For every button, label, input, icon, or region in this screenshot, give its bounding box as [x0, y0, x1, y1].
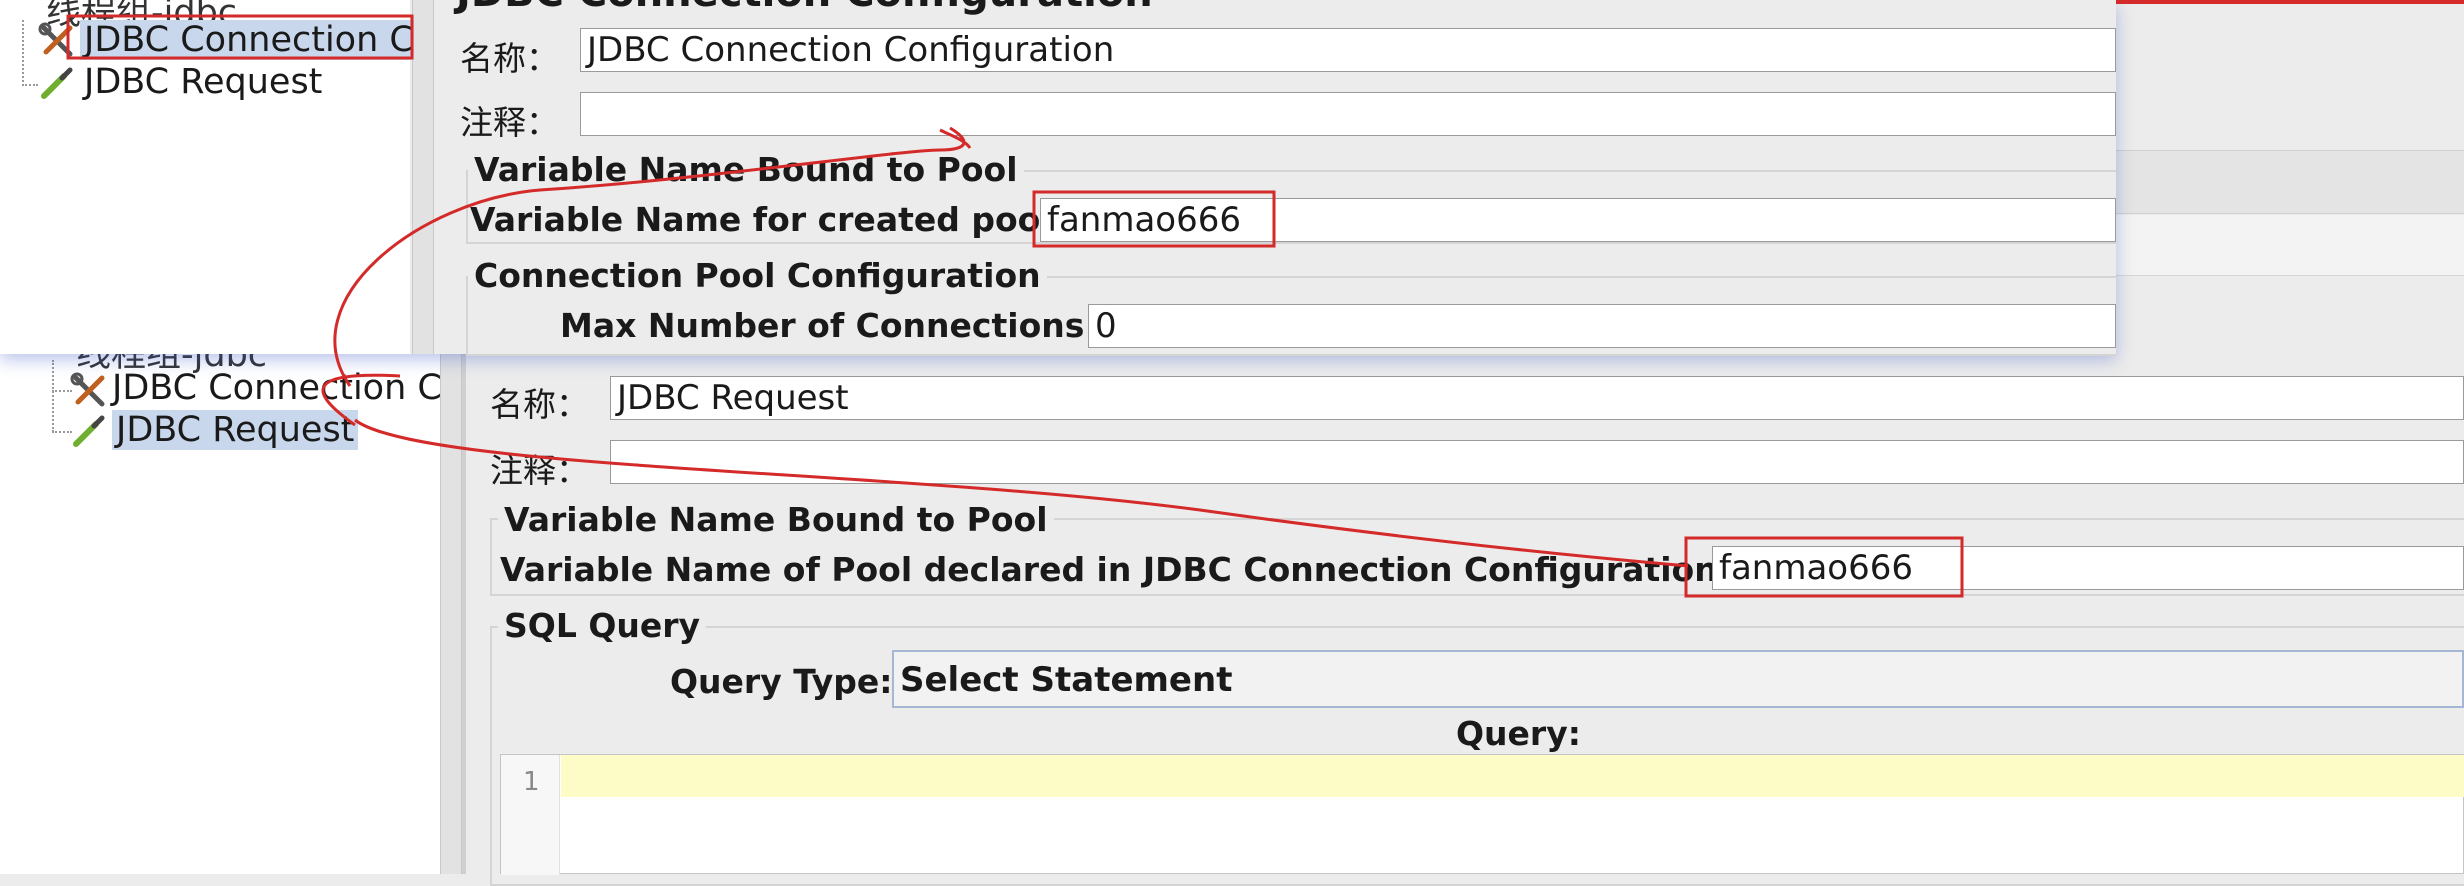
annotation-arrow-created-pool [333, 126, 966, 387]
annotation-arrow-declared-pool [354, 418, 1689, 568]
annotation-box-declared-pool [1684, 536, 1964, 598]
annotation-box-created-pool [1032, 190, 1276, 248]
annotation-box-tree-connection [66, 14, 414, 60]
annotation-arrow-loop [321, 373, 401, 427]
annotation-layer [66, 14, 1964, 598]
